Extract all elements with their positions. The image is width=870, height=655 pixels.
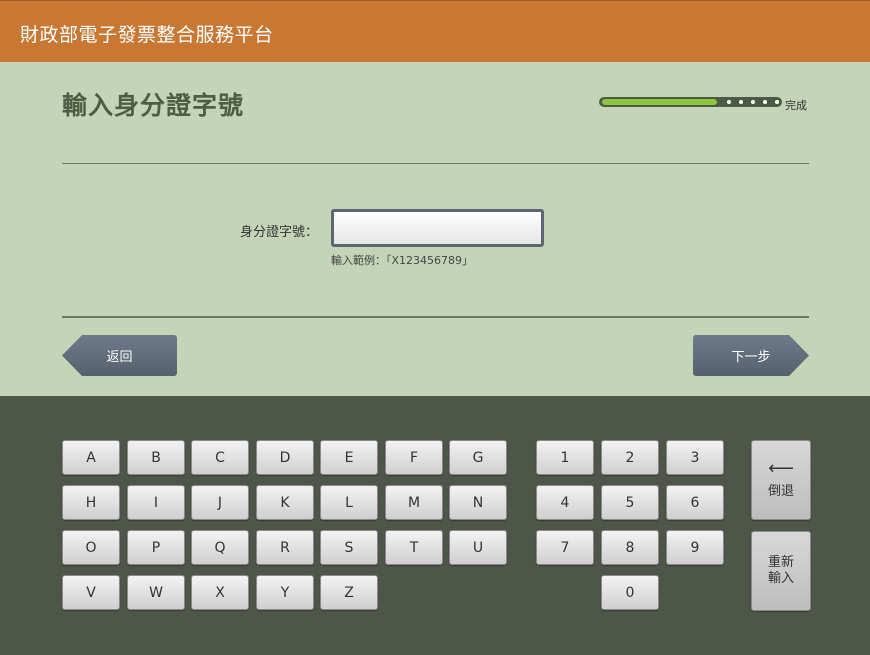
key-r[interactable]: R — [256, 530, 314, 565]
input-example-hint: 輸入範例：「X123456789」 — [331, 254, 474, 267]
key-5[interactable]: 5 — [601, 485, 659, 520]
key-p[interactable]: P — [127, 530, 185, 565]
key-e[interactable]: E — [320, 440, 378, 475]
left-arrow-icon: ⟵ — [768, 458, 794, 479]
key-j[interactable]: J — [191, 485, 249, 520]
key-u[interactable]: U — [449, 530, 507, 565]
app-title: 財政部電子發票整合服務平台 — [20, 24, 274, 46]
key-g[interactable]: G — [449, 440, 507, 475]
key-l[interactable]: L — [320, 485, 378, 520]
key-4[interactable]: 4 — [536, 485, 594, 520]
key-s[interactable]: S — [320, 530, 378, 565]
key-x[interactable]: X — [191, 575, 249, 610]
key-o[interactable]: O — [62, 530, 120, 565]
next-button[interactable]: 下一步 — [693, 335, 809, 376]
key-y[interactable]: Y — [256, 575, 314, 610]
key-7[interactable]: 7 — [536, 530, 594, 565]
key-m[interactable]: M — [385, 485, 443, 520]
key-n[interactable]: N — [449, 485, 507, 520]
key-v[interactable]: V — [62, 575, 120, 610]
key-h[interactable]: H — [62, 485, 120, 520]
key-8[interactable]: 8 — [601, 530, 659, 565]
progress-bar — [599, 97, 782, 107]
progress-step-dot — [751, 100, 755, 104]
progress-step-dot — [739, 100, 743, 104]
key-k[interactable]: K — [256, 485, 314, 520]
key-3[interactable]: 3 — [666, 440, 724, 475]
key-b[interactable]: B — [127, 440, 185, 475]
progress-step-dot — [775, 100, 779, 104]
divider-top — [62, 163, 809, 164]
id-number-input[interactable] — [331, 209, 544, 247]
progress-step-dot — [727, 100, 731, 104]
reset-label-line1: 重新 — [767, 555, 794, 570]
back-button[interactable]: 返回 — [62, 335, 177, 376]
key-t[interactable]: T — [385, 530, 443, 565]
progress-label: 完成 — [785, 99, 807, 112]
key-z[interactable]: Z — [320, 575, 378, 610]
reset-label-line2: 輸入 — [767, 571, 794, 586]
backspace-key[interactable]: ⟵ 倒退 — [751, 440, 811, 520]
key-i[interactable]: I — [127, 485, 185, 520]
backspace-label: 倒退 — [767, 484, 794, 499]
key-a[interactable]: A — [62, 440, 120, 475]
key-w[interactable]: W — [127, 575, 185, 610]
divider-bottom — [62, 316, 809, 318]
key-2[interactable]: 2 — [601, 440, 659, 475]
progress-fill — [602, 99, 717, 105]
key-1[interactable]: 1 — [536, 440, 594, 475]
id-number-label: 身分證字號： — [240, 225, 319, 240]
reset-input-key[interactable]: 重新 輸入 — [751, 531, 811, 611]
key-f[interactable]: F — [385, 440, 443, 475]
key-d[interactable]: D — [256, 440, 314, 475]
key-c[interactable]: C — [191, 440, 249, 475]
progress-step-dot — [763, 100, 767, 104]
key-9[interactable]: 9 — [666, 530, 724, 565]
key-q[interactable]: Q — [191, 530, 249, 565]
key-6[interactable]: 6 — [666, 485, 724, 520]
main-content: 輸入身分證字號 完成 身分證字號： 輸入範例：「X123456789」 返回 下… — [0, 62, 870, 396]
key-0[interactable]: 0 — [601, 575, 659, 610]
header-bar: 財政部電子發票整合服務平台 — [0, 0, 870, 62]
page-title: 輸入身分證字號 — [62, 91, 245, 120]
